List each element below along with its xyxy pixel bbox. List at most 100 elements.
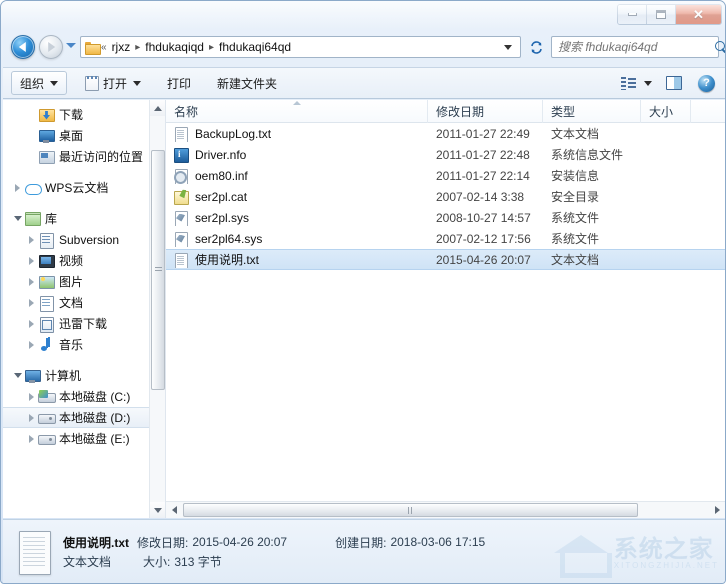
sidebar-item-2[interactable]: 最近访问的位置 (3, 146, 165, 167)
music-icon (38, 337, 55, 353)
file-name-label: ser2pl.cat (195, 189, 248, 204)
new-folder-label: 新建文件夹 (217, 76, 278, 91)
preview-pane-icon[interactable] (666, 76, 682, 90)
sidebar-item-1[interactable]: 桌面 (3, 125, 165, 146)
file-name-cell[interactable]: 使用说明.txt (166, 251, 428, 268)
main-area: 下载 桌面 最近访问的位置 WPS云文档库 Subversion 视频 图片 文档 迅雷下载 音乐… (3, 100, 725, 518)
horizontal-scroll-thumb[interactable] (183, 503, 638, 517)
file-date-cell: 2007-02-12 17:56 (436, 231, 531, 246)
navigation-pane[interactable]: 下载 桌面 最近访问的位置 WPS云文档库 Subversion 视频 图片 文档 迅雷下载 音乐… (3, 100, 166, 518)
search-input[interactable] (558, 40, 715, 54)
print-label: 打印 (167, 76, 192, 91)
sidebar-item-11[interactable]: 计算机 (3, 365, 165, 386)
file-row-6[interactable]: 使用说明.txt 2015-04-26 20:07 文本文档 (166, 249, 725, 270)
scroll-track[interactable] (639, 503, 709, 517)
collapse-twisty-icon[interactable] (11, 216, 24, 221)
address-bar[interactable]: « rjxz ▸ fhdukaqiqd ▸ fhdukaqi64qd (80, 36, 521, 58)
collapse-twisty-icon[interactable] (11, 373, 24, 378)
sidebar-item-label: WPS云文档 (45, 181, 109, 195)
open-button[interactable]: 打开 (77, 71, 149, 95)
thunder-download-icon (38, 316, 55, 333)
column-header-0[interactable]: 名称 (166, 100, 428, 123)
file-row-5[interactable]: ser2pl64.sys 2007-02-12 17:56 系统文件 (166, 228, 725, 249)
nav-group-spacer (3, 355, 165, 365)
file-row-2[interactable]: oem80.inf 2011-01-27 22:14 安装信息 (166, 165, 725, 186)
organize-button[interactable]: 组织 (11, 71, 68, 95)
expand-twisty-icon[interactable] (25, 413, 38, 422)
sidebar-item-12[interactable]: 本地磁盘 (C:) (3, 386, 165, 407)
open-label: 打开 (103, 76, 128, 91)
file-row-0[interactable]: BackupLog.txt 2011-01-27 22:49 文本文档 (166, 123, 725, 144)
sidebar-item-9[interactable]: 迅雷下载 (3, 313, 165, 334)
file-name-cell[interactable]: ser2pl64.sys (166, 231, 428, 247)
new-folder-button[interactable]: 新建文件夹 (209, 71, 285, 95)
file-name-cell[interactable]: ser2pl.cat (166, 189, 428, 205)
breadcrumb-item-1[interactable]: fhdukaqiqd (141, 40, 208, 54)
column-header-3[interactable]: 大小 (641, 100, 691, 123)
sidebar-item-10[interactable]: 音乐 (3, 334, 165, 355)
details-modified-value: 2015-04-26 20:07 (192, 535, 288, 549)
maximize-button[interactable] (647, 5, 676, 24)
watermark: 系统之家 XITONGZHIJIA.NET (519, 525, 719, 581)
expand-twisty-icon[interactable] (25, 298, 38, 307)
expand-twisty-icon[interactable] (25, 319, 38, 328)
list-view-icon[interactable] (621, 76, 636, 90)
file-name-cell[interactable]: oem80.inf (166, 168, 428, 184)
sidebar-item-5[interactable]: Subversion (3, 229, 165, 250)
file-name-cell[interactable]: ser2pl.sys (166, 210, 428, 226)
file-name-cell[interactable]: BackupLog.txt (166, 126, 428, 142)
sidebar-scroll-thumb[interactable] (151, 150, 165, 390)
expand-twisty-icon[interactable] (25, 392, 38, 401)
sidebar-scrollbar[interactable] (149, 100, 165, 518)
column-header-2[interactable]: 类型 (543, 100, 641, 123)
scroll-right-button[interactable] (709, 502, 725, 518)
sidebar-item-14[interactable]: 本地磁盘 (E:) (3, 428, 165, 449)
forward-button[interactable] (39, 35, 63, 59)
scroll-left-button[interactable] (166, 502, 182, 518)
subversion-icon (38, 232, 55, 249)
expand-twisty-icon[interactable] (25, 235, 38, 244)
horizontal-scrollbar[interactable] (166, 501, 725, 518)
file-name-label: ser2pl.sys (195, 210, 250, 225)
organize-label: 组织 (20, 76, 45, 91)
sidebar-item-7[interactable]: 图片 (3, 271, 165, 292)
breadcrumb-separator[interactable]: ▸ (134, 42, 141, 53)
breadcrumb-item-0[interactable]: rjxz (108, 40, 135, 54)
expand-twisty-icon[interactable] (25, 256, 38, 265)
column-header-1[interactable]: 修改日期 (428, 100, 543, 123)
file-list[interactable]: BackupLog.txt 2011-01-27 22:49 文本文档 Driver.… (166, 123, 725, 501)
sidebar-scroll-down-button[interactable] (150, 502, 165, 518)
expand-twisty-icon[interactable] (25, 340, 38, 349)
file-row-3[interactable]: ser2pl.cat 2007-02-14 3:38 安全目录 (166, 186, 725, 207)
breadcrumb-separator[interactable]: ▸ (208, 42, 215, 53)
back-button[interactable] (11, 35, 35, 59)
recent-locations-dropdown-icon[interactable] (66, 43, 76, 48)
help-icon[interactable]: ? (698, 74, 715, 92)
expand-twisty-icon[interactable] (25, 434, 38, 443)
sidebar-item-3[interactable]: WPS云文档 (3, 177, 165, 198)
breadcrumb-chevrons[interactable]: « (100, 42, 108, 53)
close-button[interactable]: ✕ (676, 5, 721, 24)
print-button[interactable]: 打印 (159, 71, 199, 95)
address-dropdown-icon[interactable] (504, 44, 512, 50)
sidebar-item-4[interactable]: 库 (3, 208, 165, 229)
chevron-down-icon[interactable] (644, 80, 652, 86)
breadcrumb-item-2[interactable]: fhdukaqi64qd (215, 40, 295, 54)
sidebar-item-8[interactable]: 文档 (3, 292, 165, 313)
sidebar-item-0[interactable]: 下载 (3, 104, 165, 125)
file-list-pane[interactable]: 名称 修改日期 类型 大小 BackupLog.txt 2011-01-27 22:49… (166, 100, 725, 518)
sidebar-item-13[interactable]: 本地磁盘 (D:) (3, 407, 165, 428)
expand-twisty-icon[interactable] (25, 277, 38, 286)
file-row-1[interactable]: Driver.nfo 2011-01-27 22:48 系统信息文件 (166, 144, 725, 165)
file-date-cell: 2015-04-26 20:07 (436, 252, 531, 267)
file-row-4[interactable]: ser2pl.sys 2008-10-27 14:57 系统文件 (166, 207, 725, 228)
file-name-cell[interactable]: Driver.nfo (166, 147, 428, 163)
minimize-button[interactable] (618, 5, 647, 24)
search-box[interactable] (551, 36, 725, 58)
column-headers: 名称 修改日期 类型 大小 (166, 100, 725, 123)
refresh-button[interactable] (525, 36, 547, 58)
nav-group-spacer (3, 167, 165, 177)
sidebar-item-6[interactable]: 视频 (3, 250, 165, 271)
sidebar-scroll-up-button[interactable] (150, 100, 165, 116)
expand-twisty-icon[interactable] (11, 183, 24, 192)
